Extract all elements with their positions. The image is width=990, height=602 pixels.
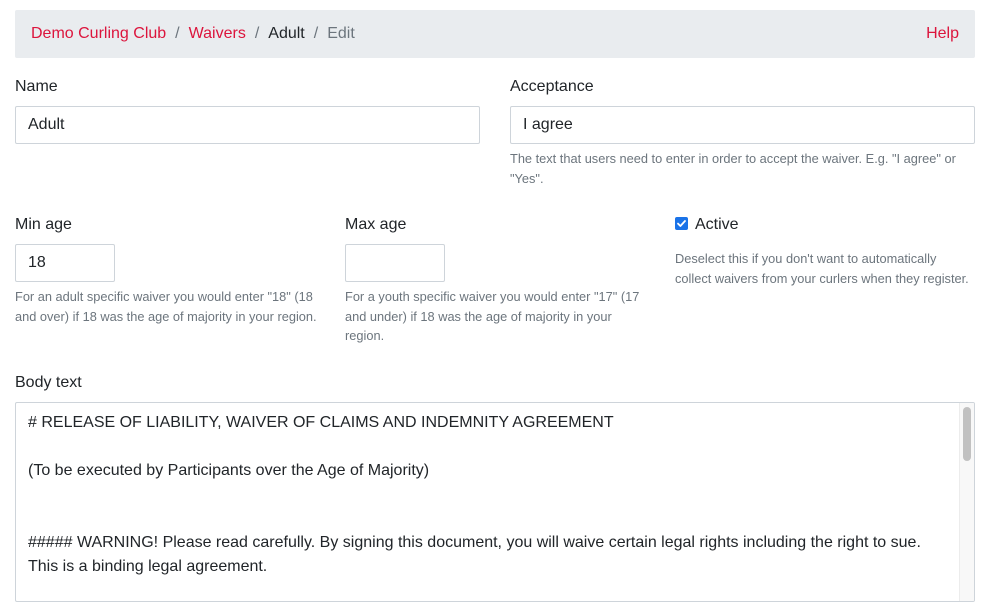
- min-age-help: For an adult specific waiver you would e…: [15, 289, 317, 324]
- breadcrumb-waivers-link[interactable]: Waivers: [189, 25, 246, 43]
- body-text-content: # RELEASE OF LIABILITY, WAIVER OF CLAIMS…: [28, 414, 921, 575]
- active-checkbox[interactable]: [675, 217, 688, 230]
- breadcrumb-separator: /: [313, 25, 319, 42]
- body-text-label: Body text: [15, 374, 82, 391]
- breadcrumb-action: Edit: [327, 25, 355, 42]
- scrollbar-thumb[interactable]: [963, 407, 971, 461]
- breadcrumb: Demo Curling Club / Waivers / Adult / Ed…: [15, 10, 975, 58]
- acceptance-input[interactable]: [510, 106, 975, 144]
- breadcrumb-club-link[interactable]: Demo Curling Club: [31, 25, 166, 43]
- breadcrumb-current: Adult: [268, 25, 305, 42]
- breadcrumb-separator: /: [175, 25, 180, 42]
- acceptance-label: Acceptance: [510, 78, 594, 95]
- breadcrumb-separator: /: [254, 25, 260, 42]
- min-age-input[interactable]: [15, 244, 115, 282]
- body-text-textarea[interactable]: # RELEASE OF LIABILITY, WAIVER OF CLAIMS…: [15, 402, 975, 602]
- help-link[interactable]: Help: [926, 25, 959, 43]
- name-label: Name: [15, 78, 58, 95]
- active-label[interactable]: Active: [695, 216, 739, 234]
- textarea-scrollbar[interactable]: [959, 403, 974, 601]
- checkmark-icon: [677, 220, 686, 227]
- name-input[interactable]: [15, 106, 480, 144]
- max-age-input[interactable]: [345, 244, 445, 282]
- acceptance-help: The text that users need to enter in ord…: [510, 151, 956, 186]
- max-age-label: Max age: [345, 216, 407, 233]
- max-age-help: For a youth specific waiver you would en…: [345, 289, 640, 343]
- active-help: Deselect this if you don't want to autom…: [675, 251, 969, 286]
- min-age-label: Min age: [15, 216, 72, 233]
